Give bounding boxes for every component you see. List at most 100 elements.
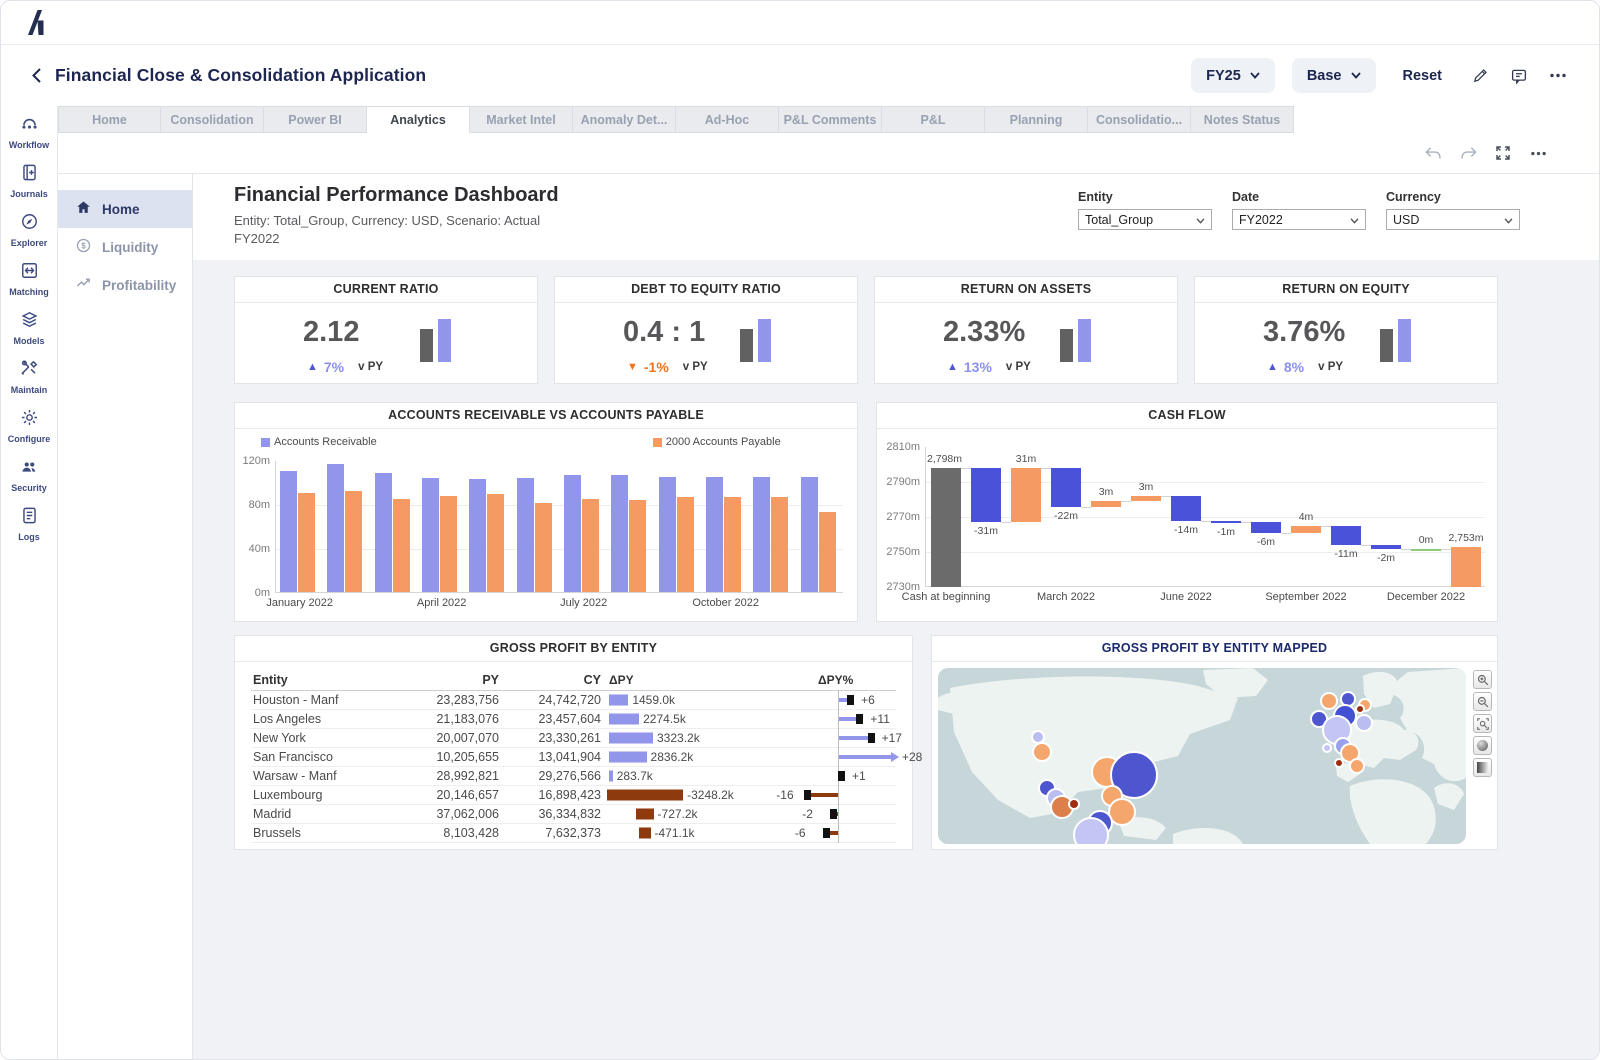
map-bubble[interactable] (1068, 798, 1080, 810)
rail-item-maintain[interactable]: Maintain (1, 359, 57, 395)
redo-icon[interactable] (1457, 142, 1479, 164)
table-row[interactable]: Brussels 8,103,428 7,632,373 -471.1k -6 (251, 823, 896, 843)
cell-dpy: 3323.2k (601, 729, 776, 747)
rail-item-label: Workflow (8, 140, 50, 150)
dpy-bar (609, 770, 613, 782)
matching-icon (20, 261, 39, 285)
tab-consolidatio-[interactable]: Consolidatio... (1088, 106, 1191, 133)
dpct-label: -2 (802, 807, 813, 821)
dpy-bar (609, 713, 640, 725)
dashboard-title-block: Financial Performance Dashboard Entity: … (234, 184, 559, 248)
map-control-box-zoom[interactable] (1473, 714, 1492, 733)
map-control-zoom-in[interactable] (1473, 670, 1492, 689)
map-bubble[interactable] (1322, 743, 1332, 753)
table-row[interactable]: Houston - Manf 23,283,756 24,742,720 1459.0… (251, 690, 896, 710)
map-control-layers[interactable] (1473, 758, 1492, 777)
rail-item-logs[interactable]: Logs (1, 506, 57, 542)
rail-item-label: Matching (9, 287, 49, 297)
map-bubble[interactable] (1032, 742, 1052, 762)
waterfall-bar-label: 31m (1015, 453, 1037, 465)
fullscreen-expand-icon[interactable] (1492, 142, 1514, 164)
dashboard: Financial Performance Dashboard Entity: … (193, 174, 1599, 1059)
kpi-mini-bar-py (1380, 329, 1393, 362)
bar-group-7 (564, 475, 599, 592)
rail-item-workflow[interactable]: Workflow (1, 114, 57, 150)
table-row[interactable]: Los Angeles 21,183,076 23,457,604 2274.5k +1… (251, 709, 896, 729)
kpi-delta-value: 7% (323, 359, 345, 375)
tab-planning[interactable]: Planning (985, 106, 1088, 133)
tab-home[interactable]: Home (58, 106, 161, 133)
undo-icon[interactable] (1422, 142, 1444, 164)
ap-bar (771, 497, 789, 592)
period-dropdown[interactable]: FY25 (1191, 58, 1275, 93)
rail-item-explorer[interactable]: Explorer (1, 212, 57, 248)
rail-item-label: Models (13, 336, 45, 346)
map-bubble[interactable] (1349, 758, 1365, 774)
more-options-icon[interactable] (1527, 142, 1549, 164)
subnav-item-home[interactable]: Home (58, 190, 192, 228)
subnav-item-label: Liquidity (102, 239, 159, 255)
reset-button[interactable]: Reset (1403, 68, 1443, 84)
map-bubble[interactable] (1334, 758, 1344, 768)
dpy-bar (606, 789, 684, 801)
rail-item-security[interactable]: Security (1, 457, 57, 493)
tab-consolidation[interactable]: Consolidation (161, 106, 264, 133)
tab-power-bi[interactable]: Power BI (264, 106, 367, 133)
table-row[interactable]: Luxembourg 20,146,657 16,898,423 -3248.2k -1… (251, 785, 896, 805)
rail-item-journals[interactable]: Journals (1, 163, 57, 199)
tab-notes-status[interactable]: Notes Status (1191, 106, 1294, 133)
cell-cy: 29,276,566 (538, 769, 601, 783)
rail-item-label: Logs (18, 532, 40, 542)
tab-p-l-comments[interactable]: P&L Comments (779, 106, 882, 133)
back-chevron-icon[interactable] (25, 65, 47, 87)
scenario-dropdown[interactable]: Base (1291, 58, 1376, 93)
rail-item-matching[interactable]: Matching (1, 261, 57, 297)
table-header-row: Entity PY CY ΔPY ΔPY% (251, 670, 896, 691)
map-control-globe[interactable] (1473, 736, 1492, 755)
page-title: Financial Close & Consolidation Applicat… (55, 65, 427, 85)
filter-select-entity[interactable]: Total_Group (1078, 209, 1212, 230)
kpi-body: 0.4 : 1 ▼ -1% v PY (555, 303, 857, 384)
table-row[interactable]: Madrid 37,062,006 36,334,832 -727.2k -2 (251, 804, 896, 824)
filter-select-currency[interactable]: USD (1386, 209, 1520, 230)
comment-icon[interactable] (1508, 65, 1530, 87)
map-bubble[interactable] (1355, 704, 1365, 714)
waterfall-bar (1091, 501, 1121, 507)
rail-item-configure[interactable]: Configure (1, 408, 57, 444)
tab-anomaly-det-[interactable]: Anomaly Det... (573, 106, 676, 133)
map-bubble[interactable] (1355, 714, 1373, 732)
subnav-item-liquidity[interactable]: $ Liquidity (58, 228, 192, 266)
table-row[interactable]: San Francisco 10,205,655 13,041,904 2836.2k… (251, 747, 922, 767)
kpi-title: RETURN ON ASSETS (875, 277, 1177, 303)
cell-py: 21,183,076 (436, 712, 499, 726)
map-control-zoom-out[interactable] (1473, 692, 1492, 711)
app-logo-icon[interactable] (28, 10, 50, 35)
table-row[interactable]: New York 20,007,070 23,330,261 3323.2k +17 (251, 728, 902, 748)
filter-select-date[interactable]: FY2022 (1232, 209, 1366, 230)
edit-pencil-icon[interactable] (1469, 65, 1491, 87)
kpi-vs-label: v PY (1005, 361, 1031, 373)
table-row[interactable]: Warsaw - Manf 28,992,821 29,276,566 283.7k +… (251, 766, 896, 786)
tab-analytics[interactable]: Analytics (367, 106, 470, 133)
legend-item-accounts-receivable: Accounts Receivable (261, 436, 377, 448)
tab-p-l[interactable]: P&L (882, 106, 985, 133)
tab-ad-hoc[interactable]: Ad-Hoc (676, 106, 779, 133)
kpi-title: CURRENT RATIO (235, 277, 537, 303)
gridline (926, 552, 1485, 553)
bar-group-12 (800, 476, 836, 592)
cell-py: 28,992,821 (436, 769, 499, 783)
gross-profit-table: Entity PY CY ΔPY ΔPY% Houston - Manf 23,283,75… (235, 662, 922, 843)
x-axis-tick: January 2022 (266, 597, 333, 609)
waterfall-bar (1131, 496, 1161, 502)
dpct-cap (867, 733, 875, 743)
waterfall-connector (1441, 548, 1451, 550)
kpi-body: 2.12 ▲ 7% v PY (235, 303, 537, 384)
more-options-icon[interactable] (1547, 65, 1569, 87)
rail-item-label: Explorer (10, 238, 48, 248)
rail-item-models[interactable]: Models (1, 310, 57, 346)
subnav-item-profitability[interactable]: Profitability (58, 266, 192, 304)
title-bar: Financial Close & Consolidation Applicat… (1, 45, 1599, 106)
kpi-mini-bar-py (420, 329, 433, 362)
dpy-label: -3248.2k (687, 788, 734, 802)
tab-market-intel[interactable]: Market Intel (470, 106, 573, 133)
